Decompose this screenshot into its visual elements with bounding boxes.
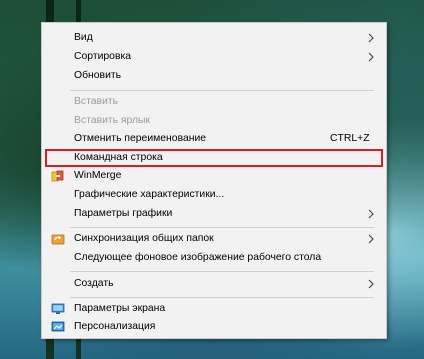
menu-item-sort[interactable]: Сортировка xyxy=(42,48,386,66)
menu-item-label: Параметры графики xyxy=(74,208,173,219)
desktop-context-menu: Вид Сортировка Обновить Вставить Вставит… xyxy=(41,22,387,339)
personalize-icon xyxy=(51,321,65,332)
menu-item-refresh[interactable]: Обновить xyxy=(42,67,386,85)
menu-item-label: WinMerge xyxy=(74,170,122,181)
menu-item-shortcut: CTRL+Z xyxy=(330,133,370,144)
menu-item-label: Создать xyxy=(74,278,114,289)
menu-item-graphics-properties[interactable]: Графические характеристики... xyxy=(42,186,386,204)
menu-item-label: Графические характеристики... xyxy=(74,189,225,200)
menu-item-label: Командная строка xyxy=(74,152,163,163)
menu-separator xyxy=(70,227,374,228)
menu-separator xyxy=(70,90,374,91)
menu-item-label: Синхронизация общих папок xyxy=(74,233,214,244)
menu-item-label: Сортировка xyxy=(74,51,132,62)
menu-item-label: Вид xyxy=(74,32,93,43)
sync-folders-icon xyxy=(51,234,65,245)
display-settings-icon xyxy=(51,303,65,314)
menu-item-next-background[interactable]: Следующее фоновое изображение рабочего с… xyxy=(42,249,386,267)
menu-item-label: Вставить xyxy=(74,96,119,107)
chevron-right-icon xyxy=(368,209,374,219)
chevron-right-icon xyxy=(368,33,374,43)
menu-item-graphics-options[interactable]: Параметры графики xyxy=(42,205,386,223)
menu-item-display-settings[interactable]: Параметры экрана xyxy=(42,300,386,318)
menu-item-label: Обновить xyxy=(74,70,122,81)
menu-item-view[interactable]: Вид xyxy=(42,29,386,47)
menu-item-label: Следующее фоновое изображение рабочего с… xyxy=(74,252,322,263)
menu-item-new[interactable]: Создать xyxy=(42,275,386,293)
menu-item-label: Параметры экрана xyxy=(74,303,166,314)
chevron-right-icon xyxy=(368,279,374,289)
menu-separator xyxy=(70,297,374,298)
menu-item-paste[interactable]: Вставить xyxy=(42,93,386,111)
menu-item-command-prompt[interactable]: Командная строка xyxy=(45,149,383,167)
menu-item-personalize[interactable]: Персонализация xyxy=(42,318,386,336)
menu-item-paste-shortcut[interactable]: Вставить ярлык xyxy=(42,112,386,130)
menu-item-label: Персонализация xyxy=(74,321,156,332)
menu-item-label: Отменить переименование xyxy=(74,133,207,144)
menu-item-undo-rename[interactable]: Отменить переименование CTRL+Z xyxy=(42,130,386,148)
menu-item-winmerge[interactable]: WinMerge xyxy=(42,167,386,185)
chevron-right-icon xyxy=(368,234,374,244)
menu-item-sync-shared-folders[interactable]: Синхронизация общих папок xyxy=(42,230,386,248)
menu-item-label: Вставить ярлык xyxy=(74,115,151,126)
menu-separator xyxy=(70,271,374,272)
winmerge-icon xyxy=(51,170,64,182)
chevron-right-icon xyxy=(368,52,374,62)
